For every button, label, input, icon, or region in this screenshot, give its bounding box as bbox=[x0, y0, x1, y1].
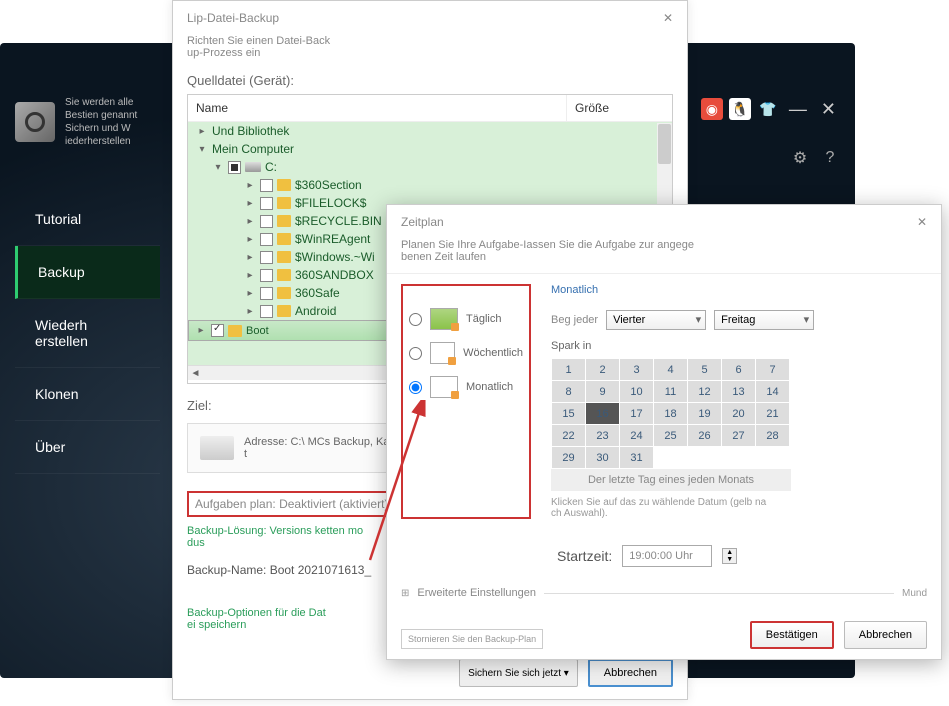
day-cell[interactable]: 23 bbox=[586, 425, 620, 447]
day-cell[interactable]: 21 bbox=[756, 403, 790, 425]
cancel-button[interactable]: Abbrechen bbox=[844, 621, 927, 649]
calendar-icon bbox=[430, 376, 458, 398]
col-name[interactable]: Name bbox=[188, 95, 567, 121]
day-cell[interactable]: 2 bbox=[586, 359, 620, 381]
sidebar-item-backup[interactable]: Backup bbox=[15, 246, 160, 299]
ordinal-select[interactable]: Vierter bbox=[606, 310, 706, 330]
folder-icon bbox=[277, 287, 291, 299]
day-cell[interactable]: 6 bbox=[722, 359, 756, 381]
dialog-subtitle: Richten Sie einen Datei-Back up-Prozess … bbox=[173, 35, 687, 67]
day-cell[interactable]: 11 bbox=[654, 381, 688, 403]
time-spinner[interactable]: ▲▼ bbox=[722, 548, 737, 564]
day-cell[interactable]: 29 bbox=[552, 447, 586, 469]
schedule-title: Zeitplan bbox=[401, 215, 444, 229]
cal-heading: Monatlich bbox=[551, 284, 927, 296]
day-cell[interactable]: 5 bbox=[688, 359, 722, 381]
folder-icon bbox=[277, 269, 291, 281]
frequency-options: Täglich Wöchentlich Monatlich bbox=[401, 284, 531, 519]
day-cell[interactable]: 8 bbox=[552, 381, 586, 403]
tree-row[interactable]: ▸Und Bibliothek bbox=[188, 122, 672, 140]
cancel-button[interactable]: Abbrechen bbox=[588, 659, 673, 687]
save-now-button[interactable]: Sichern Sie sich jetzt ▾ bbox=[459, 659, 578, 687]
last-day-button[interactable]: Der letzte Tag eines jeden Monats bbox=[551, 469, 791, 491]
folder-icon bbox=[277, 251, 291, 263]
schedule-subtitle: Planen Sie Ihre Aufgabe-Iassen Sie die A… bbox=[387, 239, 941, 274]
advanced-label[interactable]: Erweiterte Einstellungen bbox=[417, 587, 536, 599]
expand-icon[interactable]: ⊞ bbox=[401, 588, 409, 599]
help-icon[interactable]: ? bbox=[820, 148, 840, 168]
sidebar-item-about[interactable]: Über bbox=[15, 421, 160, 474]
day-cell[interactable]: 14 bbox=[756, 381, 790, 403]
day-cell[interactable]: 17 bbox=[620, 403, 654, 425]
freq-daily[interactable]: Täglich bbox=[409, 308, 523, 330]
safe-icon bbox=[15, 102, 55, 142]
close-button[interactable]: ✕ bbox=[817, 99, 840, 120]
qq-icon[interactable]: 🐧 bbox=[729, 98, 751, 120]
day-cell[interactable]: 1 bbox=[552, 359, 586, 381]
day-cell[interactable]: 10 bbox=[620, 381, 654, 403]
dialog-title: Lip-Datei-Backup bbox=[187, 11, 279, 25]
tree-row[interactable]: ▾Mein Computer bbox=[188, 140, 672, 158]
cancel-plan-button[interactable]: Stornieren Sie den Backup-Plan bbox=[401, 629, 543, 649]
minimize-button[interactable]: — bbox=[785, 99, 811, 120]
day-cell[interactable]: 18 bbox=[654, 403, 688, 425]
sidebar: Tutorial Backup Wiederh erstellen Klonen… bbox=[15, 193, 160, 474]
day-cell[interactable]: 19 bbox=[688, 403, 722, 425]
folder-icon bbox=[277, 179, 291, 191]
day-cell[interactable]: 30 bbox=[586, 447, 620, 469]
schedule-row[interactable]: Aufgaben plan: Deaktiviert (aktiviert) bbox=[187, 491, 396, 517]
day-cell[interactable]: 26 bbox=[688, 425, 722, 447]
day-cell[interactable]: 25 bbox=[654, 425, 688, 447]
spark-label: Spark in bbox=[551, 340, 927, 352]
sidebar-item-clone[interactable]: Klonen bbox=[15, 368, 160, 421]
day-cell[interactable]: 12 bbox=[688, 381, 722, 403]
confirm-button[interactable]: Bestätigen bbox=[750, 621, 834, 649]
tree-row[interactable]: ▾C: bbox=[188, 158, 672, 176]
sidebar-item-restore[interactable]: Wiederh erstellen bbox=[15, 299, 160, 368]
shirt-icon[interactable]: 👕 bbox=[757, 98, 779, 120]
mund-label: Mund bbox=[902, 588, 927, 599]
folder-icon bbox=[228, 325, 242, 337]
day-cell[interactable]: 27 bbox=[722, 425, 756, 447]
app-title: Sie werden alle Bestien genannt Sichern … bbox=[65, 96, 137, 148]
gear-icon[interactable]: ⚙ bbox=[790, 148, 810, 168]
tree-row[interactable]: ▸$360Section bbox=[188, 176, 672, 194]
day-cell[interactable]: 20 bbox=[722, 403, 756, 425]
day-cell[interactable]: 4 bbox=[654, 359, 688, 381]
close-icon[interactable]: ✕ bbox=[917, 215, 927, 229]
calendar-icon bbox=[430, 308, 458, 330]
day-cell[interactable]: 16 bbox=[586, 403, 620, 425]
day-cell[interactable]: 28 bbox=[756, 425, 790, 447]
every-label: Beg jeder bbox=[551, 314, 598, 326]
day-cell[interactable]: 13 bbox=[722, 381, 756, 403]
folder-icon bbox=[277, 215, 291, 227]
close-icon[interactable]: ✕ bbox=[663, 11, 673, 25]
day-cell[interactable]: 9 bbox=[586, 381, 620, 403]
start-label: Startzeit: bbox=[557, 548, 612, 564]
calendar-grid: 1234567 891011121314 15161718192021 2223… bbox=[551, 358, 790, 469]
freq-monthly[interactable]: Monatlich bbox=[409, 376, 523, 398]
cal-hint: Klicken Sie auf das zu wählende Datum (g… bbox=[551, 497, 791, 519]
folder-icon bbox=[277, 305, 291, 317]
calendar-icon bbox=[430, 342, 455, 364]
freq-weekly[interactable]: Wöchentlich bbox=[409, 342, 523, 364]
day-cell[interactable]: 24 bbox=[620, 425, 654, 447]
day-cell[interactable]: 3 bbox=[620, 359, 654, 381]
schedule-dialog: Zeitplan ✕ Planen Sie Ihre Aufgabe-Iasse… bbox=[386, 204, 942, 660]
folder-icon bbox=[277, 197, 291, 209]
weibo-icon[interactable]: ◉ bbox=[701, 98, 723, 120]
day-cell[interactable]: 7 bbox=[756, 359, 790, 381]
drive-icon bbox=[245, 162, 261, 172]
col-size[interactable]: Größe bbox=[567, 95, 672, 121]
day-cell[interactable]: 31 bbox=[620, 447, 654, 469]
day-cell[interactable]: 15 bbox=[552, 403, 586, 425]
weekday-select[interactable]: Freitag bbox=[714, 310, 814, 330]
drive-icon bbox=[200, 436, 234, 460]
source-label: Quelldatei (Gerät): bbox=[187, 73, 673, 88]
day-cell[interactable]: 22 bbox=[552, 425, 586, 447]
sidebar-item-tutorial[interactable]: Tutorial bbox=[15, 193, 160, 246]
start-time-input[interactable] bbox=[622, 545, 712, 567]
folder-icon bbox=[277, 233, 291, 245]
